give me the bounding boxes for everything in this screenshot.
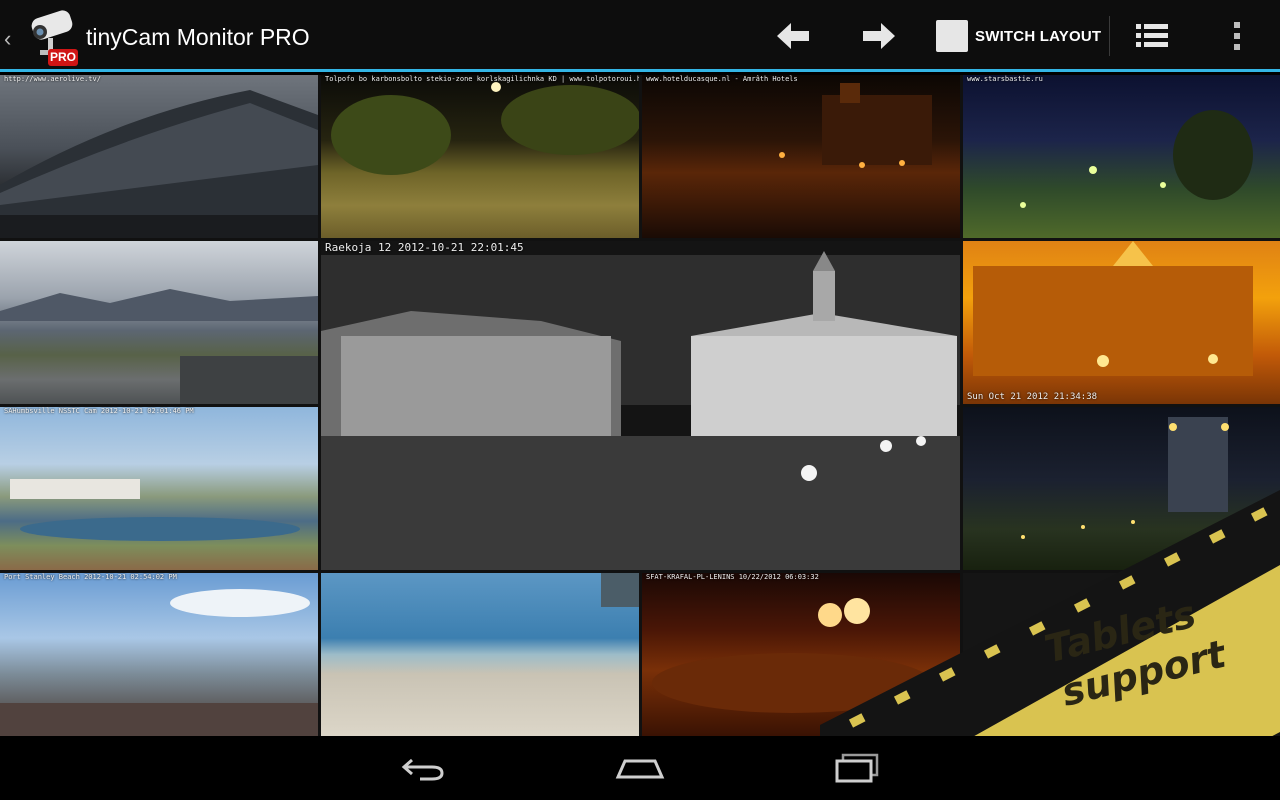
previous-button[interactable] <box>770 14 818 58</box>
camera-label: Tolpofo bo karbonsbolto stekio-zone korl… <box>325 75 639 83</box>
layout-square-icon <box>936 20 968 52</box>
camera-view[interactable]: Tolpofo bo karbonsbolto stekio-zone korl… <box>321 75 639 238</box>
camera-view[interactable]: SAHumbsville NSSTC Cam 2012-10-21 02:01:… <box>0 407 318 570</box>
camera-view-main[interactable]: Raekoja 12 2012-10-21 22:01:45 <box>321 241 960 570</box>
camera-label: Port Stanley Beach 2012-10-21 02:54:02 P… <box>4 573 177 581</box>
camera-view[interactable]: Port Stanley Beach 2012-10-21 02:54:02 P… <box>0 573 318 736</box>
navigation-bar <box>0 736 1280 800</box>
camera-view[interactable]: www.hotelducasque.nl - Amrâth Hotels <box>642 75 960 238</box>
recent-apps-icon <box>835 753 879 783</box>
camera-list-button[interactable] <box>1130 14 1174 58</box>
camera-label: Sun Oct 21 2012 21:34:38 <box>967 392 1098 402</box>
arrow-left-icon <box>777 23 809 49</box>
camera-label: SFAT-KRAFAL-PL-LENINS 10/22/2012 06:03:3… <box>646 573 819 581</box>
switch-layout-label: SWITCH LAYOUT <box>975 27 1102 45</box>
overflow-menu-icon <box>1234 22 1240 50</box>
camera-view[interactable]: SFAT-KRAFAL-PL-LENINS 10/22/2012 06:03:3… <box>642 573 960 736</box>
camera-view[interactable]: www.starsbastie.ru <box>963 75 1280 238</box>
next-button[interactable] <box>854 14 902 58</box>
nav-back-button[interactable] <box>393 746 453 790</box>
camera-view[interactable] <box>963 407 1280 570</box>
camera-view[interactable] <box>0 241 318 404</box>
nav-recent-apps-button[interactable] <box>826 746 886 790</box>
app-title: tinyCam Monitor PRO <box>86 24 310 50</box>
overflow-menu-button[interactable] <box>1220 14 1254 58</box>
camera-view[interactable]: http://www.aerolive.tv/ <box>0 75 318 238</box>
home-icon <box>615 759 665 779</box>
arrow-right-icon <box>863 23 895 49</box>
camera-label: http://www.aerolive.tv/ <box>4 75 101 83</box>
list-icon <box>1136 24 1168 47</box>
camera-view[interactable] <box>321 573 639 736</box>
up-caret-icon[interactable]: ‹ <box>4 26 11 52</box>
camera-label: www.starsbastie.ru <box>967 75 1043 83</box>
camera-view[interactable]: Sun Oct 21 2012 21:34:38 <box>963 241 1280 404</box>
camera-label: www.hotelducasque.nl - Amrâth Hotels <box>646 75 798 83</box>
back-icon <box>401 758 444 781</box>
camera-label: SAHumbsville NSSTC Cam 2012-10-21 02:01:… <box>4 407 194 415</box>
action-bar: ‹ PRO tinyCam Monitor PRO SWITCH LAYOUT <box>0 0 1280 72</box>
nav-home-button[interactable] <box>610 746 670 790</box>
switch-layout-button[interactable]: SWITCH LAYOUT <box>936 14 1102 58</box>
pro-badge: PRO <box>48 49 78 66</box>
action-bar-divider <box>1109 16 1110 56</box>
camera-label: Raekoja 12 2012-10-21 22:01:45 <box>325 241 524 254</box>
